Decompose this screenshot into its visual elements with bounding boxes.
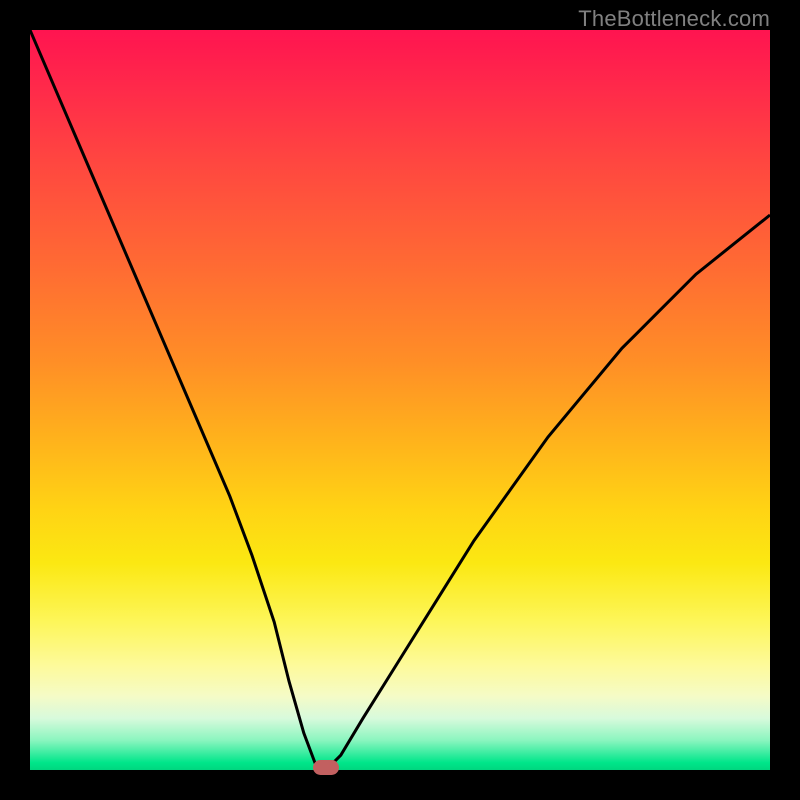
current-point-marker: [313, 760, 339, 775]
plot-area: [30, 30, 770, 770]
curve-svg: [30, 30, 770, 770]
chart-frame: TheBottleneck.com: [0, 0, 800, 800]
bottleneck-curve-path: [30, 30, 770, 770]
watermark-text: TheBottleneck.com: [578, 6, 770, 32]
